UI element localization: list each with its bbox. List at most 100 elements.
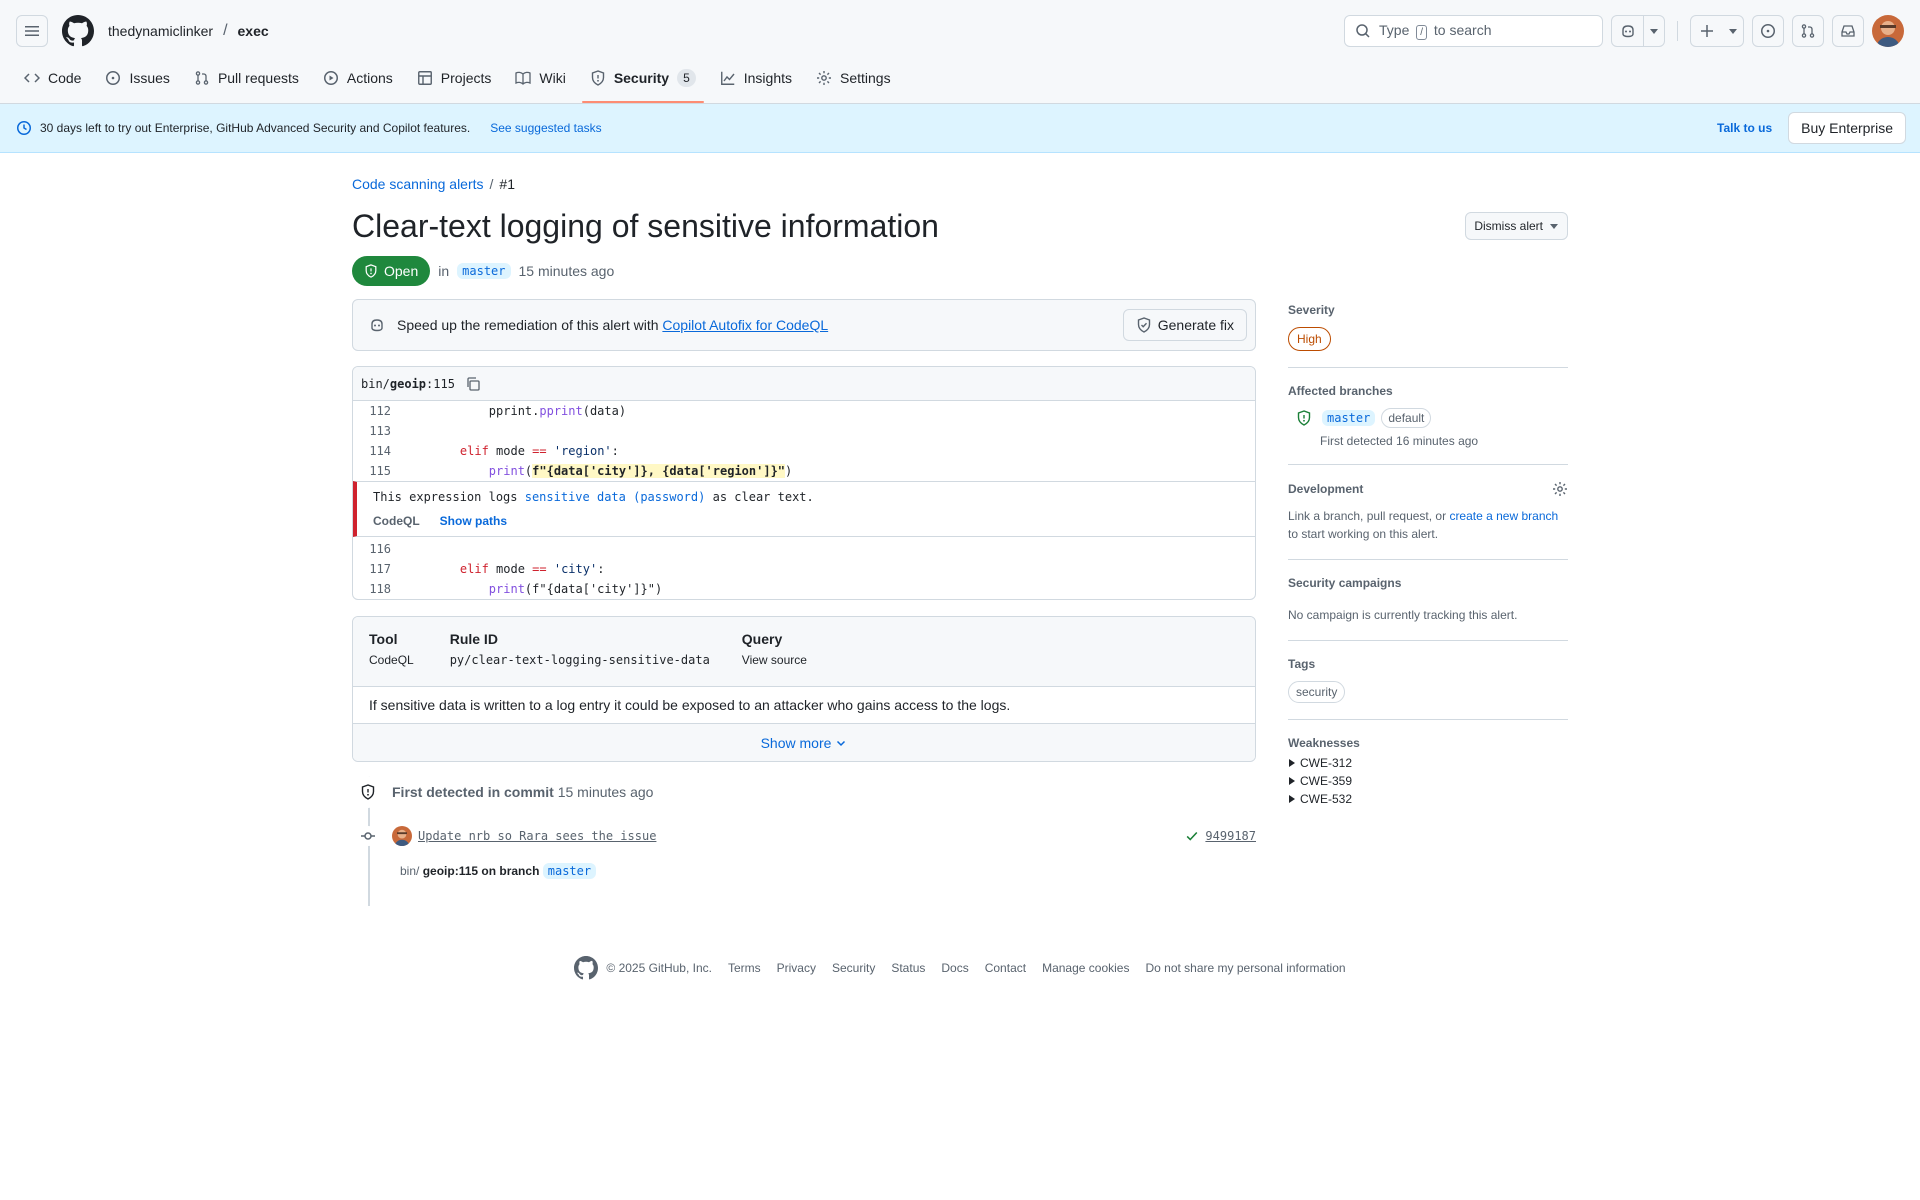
dismiss-alert-button[interactable]: Dismiss alert [1465,212,1568,240]
shield-icon [365,264,377,278]
branch-tag[interactable]: master [457,263,511,279]
tab-actions[interactable]: Actions [315,61,401,95]
line-number[interactable]: 112 [353,404,403,418]
create-new-menu[interactable] [1690,15,1744,47]
code-line: 117 elif mode == 'city': [353,559,1255,579]
line-number[interactable]: 117 [353,562,403,576]
location-file[interactable]: geoip:115 on branch [423,864,540,878]
generate-fix-label: Generate fix [1157,317,1234,333]
code-snippet: bin/geoip:115 112 pprint.pprint(data) 113… [352,366,1256,600]
copy-icon[interactable] [465,376,481,392]
talk-to-us-link[interactable]: Talk to us [1717,121,1772,135]
tab-issues[interactable]: Issues [97,61,177,95]
view-source-link[interactable]: View source [742,653,807,667]
tags-heading: Tags [1288,657,1316,671]
line-number[interactable]: 118 [353,582,403,596]
footer-link-manage-cookies[interactable]: Manage cookies [1042,961,1129,975]
tab-settings[interactable]: Settings [808,61,899,95]
rule-query: Query View source [742,631,807,672]
footer-link-status[interactable]: Status [891,961,925,975]
create-new-button[interactable] [1691,16,1723,46]
tab-label: Issues [129,70,170,86]
alert-message-footer: CodeQL Show paths [373,514,1239,528]
weakness-item[interactable]: CWE-532 [1288,792,1568,806]
rule-id-heading: Rule ID [449,631,498,647]
tag-label[interactable]: security [1288,681,1346,703]
tab-insights[interactable]: Insights [712,61,800,95]
shield-icon [361,784,375,800]
repo-owner-link[interactable]: thedynamiclinker [108,23,213,39]
copilot-button[interactable] [1612,16,1644,46]
alert-number: #1 [499,176,515,192]
severity-section: Severity High [1288,299,1568,368]
show-more-button[interactable]: Show more [353,724,1255,761]
commit-message-link[interactable]: Update nrb so Rara sees the issue [418,829,656,843]
line-number[interactable]: 113 [353,424,403,438]
line-number[interactable]: 116 [353,542,403,556]
code-line: 114 elif mode == 'region': [353,441,1255,461]
affected-branch-tag[interactable]: master [1322,410,1376,426]
issue-icon [106,71,121,85]
suggested-tasks-link[interactable]: See suggested tasks [490,121,601,135]
github-mark-icon[interactable] [574,956,599,980]
sensitive-data-link[interactable]: sensitive data (password) [525,490,706,504]
generate-fix-button[interactable]: Generate fix [1122,309,1247,341]
breadcrumb: Code scanning alerts / #1 [352,176,1568,192]
tab-pull-requests[interactable]: Pull requests [186,61,307,95]
alert-content: Speed up the remediation of this alert w… [352,299,1256,906]
development-text: Link a branch, pull request, or create a… [1288,509,1559,541]
footer-copyright: © 2025 GitHub, Inc. [574,956,712,980]
gear-icon[interactable] [1552,481,1568,497]
tab-wiki[interactable]: Wiki [507,61,573,95]
tab-security[interactable]: Security 5 [581,61,704,103]
weaknesses-section: Weaknesses CWE-312 CWE-359 CWE-532 [1288,720,1568,822]
default-label: default [1381,408,1432,428]
code-line: 113 [353,421,1255,441]
first-detected-text: First detected in commit 15 minutes ago [392,784,654,800]
user-avatar[interactable] [1872,15,1904,47]
tags-section: Tags security [1288,641,1568,720]
footer-link-do-not-share[interactable]: Do not share my personal information [1145,961,1345,975]
repo-name-link[interactable]: exec [238,23,269,39]
buy-enterprise-button[interactable]: Buy Enterprise [1788,112,1906,144]
weakness-item[interactable]: CWE-312 [1288,756,1568,770]
footer-link-privacy[interactable]: Privacy [777,961,816,975]
file-path[interactable]: bin/geoip:115 [361,377,455,391]
repo-tabs: Code Issues Pull requests Actions Projec… [16,61,907,103]
footer-link-contact[interactable]: Contact [985,961,1026,975]
code-scanning-alerts-link[interactable]: Code scanning alerts [352,176,484,192]
line-number[interactable]: 115 [353,464,403,478]
footer-link-security[interactable]: Security [832,961,875,975]
commit-author-avatar[interactable] [392,826,412,846]
tab-projects[interactable]: Projects [409,61,500,95]
create-new-dropdown[interactable] [1723,16,1743,46]
menu-button[interactable] [16,15,48,47]
line-number[interactable]: 114 [353,444,403,458]
show-paths-button[interactable]: Show paths [440,514,507,528]
commit-sha-link[interactable]: 9499187 [1185,829,1256,843]
weakness-item[interactable]: CWE-359 [1288,774,1568,788]
graph-icon [720,71,735,85]
copilot-autofix-link[interactable]: Copilot Autofix for CodeQL [662,317,828,333]
severity-heading: Severity [1288,303,1335,317]
repo-path: thedynamiclinker / exec [108,22,269,40]
create-branch-link[interactable]: create a new branch [1449,509,1558,523]
campaigns-section: Security campaigns No campaign is curren… [1288,560,1568,641]
tab-label: Code [48,70,82,86]
copilot-menu[interactable] [1611,15,1665,47]
branch-tag[interactable]: master [542,863,597,879]
pull-requests-button[interactable] [1792,15,1824,47]
inbox-button[interactable] [1832,15,1864,47]
footer-link-terms[interactable]: Terms [728,961,761,975]
github-logo[interactable] [62,15,94,47]
tab-code[interactable]: Code [16,61,89,95]
shield-check-icon [1137,317,1150,333]
copilot-dropdown[interactable] [1644,16,1664,46]
rule-tool: Tool CodeQL [369,631,414,672]
footer-link-docs[interactable]: Docs [941,961,968,975]
issues-button[interactable] [1752,15,1784,47]
code-lines-before: 112 pprint.pprint(data) 113 114 elif mode … [353,401,1255,481]
status-badge: Open [352,256,431,286]
tab-label: Projects [440,70,492,86]
search-input[interactable]: Type / to search [1344,15,1603,47]
